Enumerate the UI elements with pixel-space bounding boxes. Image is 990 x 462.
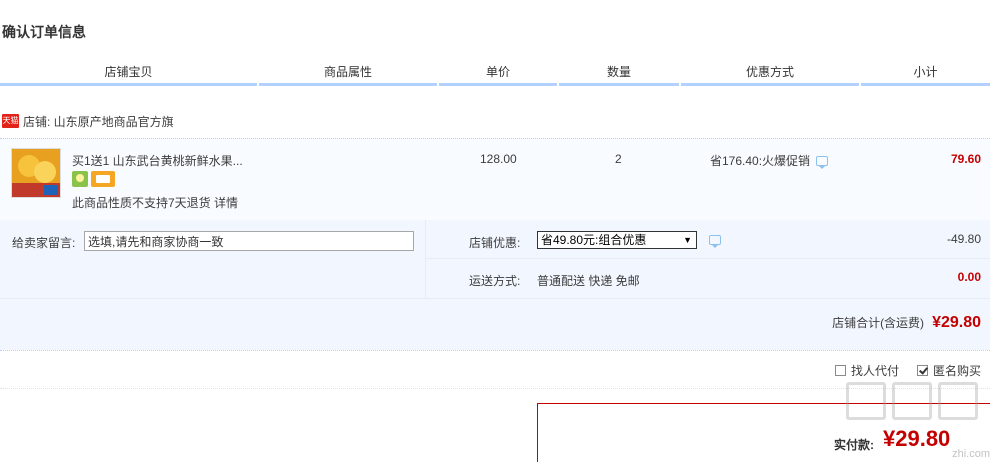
shipping-fee: 0.00 bbox=[957, 270, 981, 284]
memo-label: 给卖家留言: bbox=[12, 236, 76, 250]
anonymous-option[interactable]: 匿名购买 bbox=[916, 362, 981, 379]
col-header-attributes: 商品属性 bbox=[259, 60, 437, 86]
chat-bubble-icon[interactable] bbox=[709, 235, 721, 248]
quantity-value: 2 bbox=[615, 152, 622, 166]
shop-promo-selected: 省49.80元:组合优惠 bbox=[541, 233, 647, 247]
item-subtotal: 79.60 bbox=[950, 152, 981, 166]
shop-promo-amount: -49.80 bbox=[946, 232, 981, 246]
dropdown-arrow-icon: ▼ bbox=[683, 235, 692, 245]
item-promo: 省176.40:火爆促销 bbox=[710, 152, 829, 169]
col-header-subtotal: 小计 bbox=[861, 60, 990, 86]
anonymous-checkbox[interactable] bbox=[916, 365, 928, 376]
divider bbox=[0, 298, 990, 299]
shop-promo-label: 店铺优惠: bbox=[469, 236, 521, 250]
payment-summary: 实付款: ¥29.80 bbox=[537, 403, 990, 462]
page-title: 确认订单信息 bbox=[2, 24, 86, 40]
col-header-discount: 优惠方式 bbox=[681, 60, 859, 86]
payment-amount: ¥29.80 bbox=[883, 426, 951, 451]
memo-input[interactable] bbox=[84, 231, 414, 251]
divider bbox=[0, 350, 990, 351]
thumbnail-tag bbox=[44, 185, 58, 195]
no-return-notice[interactable]: 此商品性质不支持7天退货 详情 bbox=[72, 194, 238, 211]
proxy-pay-label: 找人代付 bbox=[850, 364, 899, 378]
service-icons bbox=[72, 171, 115, 187]
col-header-unit-price: 单价 bbox=[439, 60, 557, 86]
divider bbox=[426, 258, 990, 259]
shop-total-label: 店铺合计(含运费) bbox=[832, 316, 925, 330]
divider bbox=[0, 388, 990, 389]
shipping-method: 普通配送 快递 免邮 bbox=[537, 274, 640, 288]
col-header-shop-item: 店铺宝贝 bbox=[0, 60, 257, 86]
proxy-pay-checkbox[interactable] bbox=[834, 365, 846, 376]
payment-label: 实付款: bbox=[834, 438, 874, 452]
shop-total-amount: ¥29.80 bbox=[932, 314, 981, 331]
tmall-icon: 天猫 bbox=[2, 114, 19, 128]
shop-total: 店铺合计(含运费) ¥29.80 bbox=[832, 314, 981, 332]
shipping-label: 运送方式: bbox=[469, 274, 521, 288]
memo-area: 给卖家留言: bbox=[0, 220, 426, 298]
guarantee-icon[interactable] bbox=[72, 171, 88, 187]
anonymous-label: 匿名购买 bbox=[932, 364, 981, 378]
shop-line: 天猫 店铺: 山东原产地商品官方旗 bbox=[2, 112, 174, 130]
product-thumbnail[interactable] bbox=[11, 148, 61, 198]
chat-bubble-icon[interactable] bbox=[816, 155, 829, 169]
item-promo-text: 省176.40:火爆促销 bbox=[710, 154, 811, 168]
shop-name-link[interactable]: 店铺: 山东原产地商品官方旗 bbox=[23, 113, 174, 130]
credit-card-icon[interactable] bbox=[91, 171, 115, 187]
order-extra-block: 给卖家留言: 店铺优惠: 省49.80元:组合优惠 ▼ -49.80 运送方式:… bbox=[0, 220, 990, 350]
shop-promo-select[interactable]: 省49.80元:组合优惠 ▼ bbox=[537, 231, 697, 249]
proxy-pay-option[interactable]: 找人代付 bbox=[834, 362, 899, 379]
order-item-row: 买1送1 山东武台黄桃新鲜水果... 此商品性质不支持7天退货 详情 128.0… bbox=[0, 138, 990, 220]
order-options: 找人代付 匿名购买 bbox=[834, 362, 981, 379]
table-header: 店铺宝贝 商品属性 单价 数量 优惠方式 小计 bbox=[0, 60, 990, 86]
fruit-shape bbox=[34, 161, 56, 183]
unit-price: 128.00 bbox=[480, 152, 517, 166]
product-title-link[interactable]: 买1送1 山东武台黄桃新鲜水果... bbox=[72, 152, 243, 169]
col-header-quantity: 数量 bbox=[559, 60, 679, 86]
